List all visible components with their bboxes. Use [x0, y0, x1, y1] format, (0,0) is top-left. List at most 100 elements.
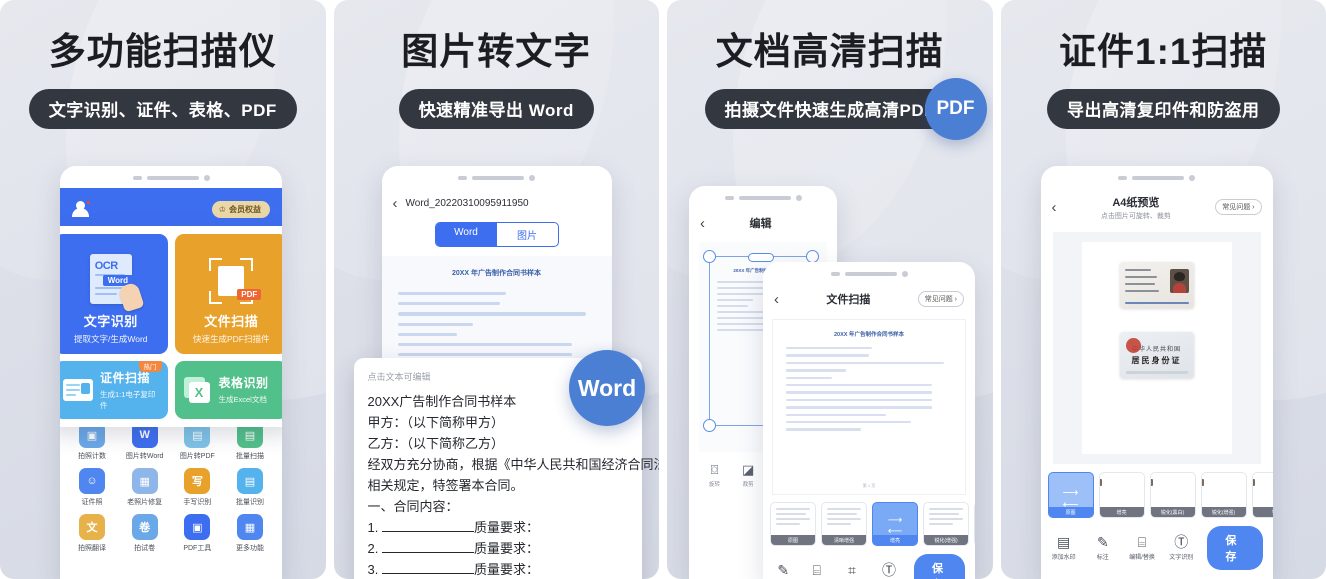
crop-tool[interactable]: ⌸裁剪	[806, 563, 826, 579]
promo-panel-1: 多功能扫描仪 文字识别、证件、表格、PDF ♔ 会员权益 ▣ 拍照计数 W 图片转W…	[0, 0, 326, 579]
ocr-tool[interactable]: Ⓣ文字识别	[1168, 535, 1194, 561]
panel-4-header: 证件1:1扫描 导出高清复印件和防盗用	[1001, 0, 1326, 129]
feature-card-scan[interactable]: PDF 文件扫描 快速生成PDF扫描件	[174, 234, 282, 354]
back-icon[interactable]: ‹	[393, 196, 398, 211]
feature-card-id[interactable]: 热门 证件扫描 生成1:1电子复印件	[60, 361, 168, 419]
save-button[interactable]: 保存	[913, 554, 965, 579]
id-back-line-2: 居民身份证	[1131, 356, 1182, 365]
deskew-tool[interactable]: ⌗倾斜矫正	[840, 563, 864, 579]
filter-thumb[interactable]: 原图	[770, 502, 816, 546]
feature-card-table[interactable]: X 表格识别 生成Excel文档	[174, 361, 282, 419]
grid-item[interactable]: ▣ 拍照计数	[69, 422, 115, 461]
text-line: 经双方充分协商，根据《中华人民共和国经济合同法》	[367, 457, 660, 473]
card-text: 表格识别 生成Excel文档	[219, 374, 269, 405]
crop-handle[interactable]	[703, 419, 716, 432]
crop-edge-handle[interactable]	[748, 253, 774, 262]
text-line: 乙方：（以下简称乙方）	[367, 436, 505, 452]
panel-2-header: 图片转文字 快速精准导出 Word	[334, 0, 660, 129]
grid-label: 拍照计数	[78, 453, 106, 460]
a4-preview-area[interactable]: 中华人民共和国 居民身份证	[1052, 232, 1261, 464]
page-title: 20XX 年广告制作合同书样本	[834, 332, 904, 338]
phone-notch	[763, 262, 975, 284]
grid-item[interactable]: ▦ 老照片修复	[122, 468, 168, 507]
filter-thumb-active[interactable]: ⟶ ⟵ 增亮	[872, 502, 918, 546]
grid-label: 图片转PDF	[179, 453, 215, 460]
watermark-tool[interactable]: ▤ 添加水印	[1051, 535, 1077, 561]
pdf-bubble-badge: PDF	[924, 78, 987, 140]
tool-label: 裁剪	[742, 482, 754, 488]
faq-button[interactable]: 常见问题 ›	[1215, 199, 1262, 215]
filter-label: 锐化(黑白)	[1150, 507, 1195, 517]
filter-thumb[interactable]: 锐化(黑白)	[1149, 472, 1196, 518]
id-card-front-image[interactable]	[1119, 262, 1194, 308]
scanned-page-preview[interactable]: 20XX 年广告制作合同书样本 第 1 页	[772, 319, 966, 495]
filter-label: 原图	[771, 535, 815, 545]
filter-thumb-active[interactable]: ⟶ ⟵ 原图	[1047, 472, 1094, 518]
feature-card-ocr[interactable]: OCR Word 文字识别 提取文字/生成Word	[60, 234, 168, 354]
avatar[interactable]	[72, 199, 91, 218]
grid-item[interactable]: 文拍照翻译	[69, 514, 115, 553]
editor-toolbar: ✎标注 ⌸裁剪 ⌗倾斜矫正 Ⓣ文字识别 保存	[763, 546, 975, 579]
rotate-tool[interactable]: ⌼ 旋转	[709, 462, 720, 488]
vip-button[interactable]: ♔ 会员权益	[211, 200, 270, 218]
nav-bar: ‹ 文件扫描 常见问题 ›	[763, 284, 975, 314]
watermark-icon: ▤	[1056, 534, 1071, 550]
grid-item[interactable]: ▦ 更多功能	[227, 514, 273, 553]
filter-filmstrip[interactable]: 原图 清晰增强 ⟶⟵ 增亮 锐化(增强) 锐化	[763, 495, 975, 546]
brightness-icon: ⟶ ⟵	[887, 515, 903, 537]
phone-mockup-home: ♔ 会员权益 ▣ 拍照计数 W 图片转Word ▤ 图片转PDF ▤ 批量扫描 ☺ 证件照…	[60, 166, 282, 579]
ocr-tool[interactable]: Ⓣ文字识别	[877, 563, 901, 579]
card-title: 文字识别	[83, 314, 138, 329]
grid-item[interactable]: ▣ PDF工具	[174, 514, 220, 553]
page-title: 图片转文字	[401, 31, 592, 72]
card-title: 表格识别	[218, 376, 269, 390]
grid-item[interactable]: 卷拍试卷	[122, 514, 168, 553]
national-emblem-icon	[1125, 338, 1141, 353]
panel-1-header: 多功能扫描仪 文字识别、证件、表格、PDF	[0, 0, 326, 129]
id-card-back-image[interactable]: 中华人民共和国 居民身份证	[1119, 332, 1194, 378]
grid-label: 批量扫描	[235, 453, 264, 460]
nav-title: A4纸预览 点击图片可旋转、裁剪	[1057, 194, 1216, 221]
filter-thumb[interactable]: 锐化	[974, 502, 975, 546]
line-number: 2.	[367, 541, 379, 557]
text-line: 相关规定，特签署本合同。	[367, 478, 524, 494]
faq-button[interactable]: 常见问题 ›	[917, 291, 964, 307]
grid-item[interactable]: W 图片转Word	[122, 422, 168, 461]
promo-strip: 多功能扫描仪 文字识别、证件、表格、PDF ♔ 会员权益 ▣ 拍照计数 W 图片转W…	[0, 0, 1326, 579]
grid-item[interactable]: ☺ 证件照	[69, 468, 115, 507]
filter-thumb[interactable]: 锐	[1251, 472, 1273, 518]
grid-label: 更多功能	[235, 545, 264, 552]
filter-thumb[interactable]: 锐化(增强)	[1200, 472, 1247, 518]
replace-tool[interactable]: ⌸ 编辑/替换	[1129, 535, 1155, 561]
deskew-icon: ⌗	[848, 562, 856, 578]
numbered-line: 1. 质量要求：	[368, 517, 628, 538]
grid-item[interactable]: 写手写识别	[174, 468, 220, 507]
crown-icon: ♔	[218, 204, 226, 214]
annotate-tool[interactable]: ✎标注	[773, 563, 793, 579]
phone-notch	[60, 166, 282, 188]
grid-item[interactable]: ▤ 批量扫描	[227, 422, 273, 461]
filter-label: 清晰增强	[822, 535, 866, 545]
tab-image[interactable]: 图片	[497, 223, 558, 246]
nav-bar: ‹ A4纸预览 点击图片可旋转、裁剪 常见问题 ›	[1041, 188, 1273, 226]
annotate-tool[interactable]: ✎标注	[1090, 535, 1116, 561]
filter-thumb[interactable]: 清晰增强	[821, 502, 867, 546]
pdf-doc-icon: PDF	[209, 258, 262, 304]
filter-filmstrip[interactable]: ⟶ ⟵ 原图 增亮 锐化(黑白) 锐化(增强)	[1041, 464, 1273, 518]
grid-item[interactable]: ▤ 图片转PDF	[174, 422, 220, 461]
panel-3-subtitle-pill: 拍摄文件快速生成高清PDF	[704, 88, 955, 129]
crop-handle[interactable]	[703, 250, 716, 263]
tab-word[interactable]: Word	[435, 223, 497, 246]
grid-icon: ▤	[236, 468, 263, 494]
grid-item[interactable]: ▤ 批量识别	[227, 468, 273, 507]
save-button[interactable]: 保存	[1207, 526, 1263, 570]
crop-tool[interactable]: ◪ 裁剪	[742, 462, 754, 488]
filter-thumb[interactable]: 锐化(增强)	[923, 502, 969, 546]
filter-thumb[interactable]: 增亮	[1098, 472, 1145, 518]
line-tail: 质量要求：	[473, 562, 539, 578]
tool-label: 文字识别	[1169, 555, 1194, 561]
nav-bar: ‹ 编辑	[689, 208, 837, 238]
pencil-icon: ✎	[1096, 534, 1109, 550]
line-number: 3.	[367, 562, 379, 578]
grid-row: ▣ 拍照计数 W 图片转Word ▤ 图片转PDF ▤ 批量扫描	[69, 422, 273, 461]
